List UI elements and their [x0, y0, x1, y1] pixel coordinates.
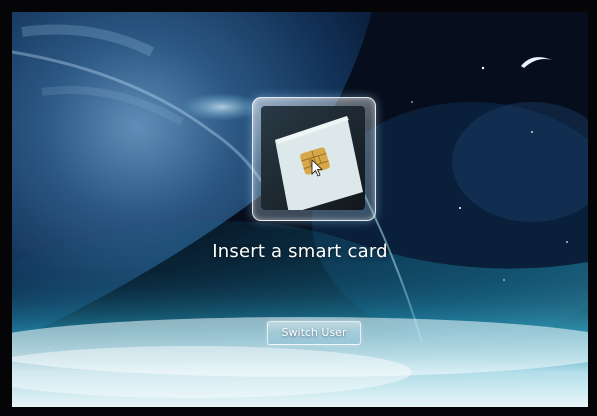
smart-card-icon [261, 106, 365, 210]
photo-frame: Insert a smart card Switch User [0, 0, 597, 416]
insert-smart-card-prompt: Insert a smart card [212, 241, 388, 262]
smart-card-tile [252, 97, 376, 221]
login-screen: Insert a smart card Switch User [12, 12, 588, 407]
switch-user-button[interactable]: Switch User [267, 321, 361, 345]
